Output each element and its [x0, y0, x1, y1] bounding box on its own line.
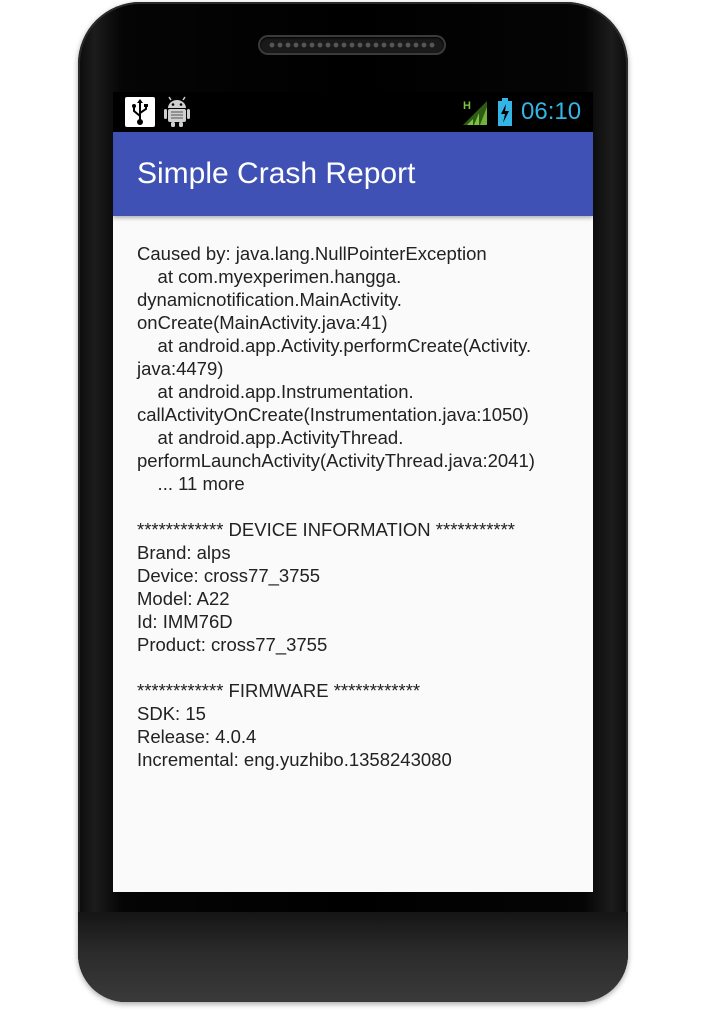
report-line: ************ DEVICE INFORMATION ********…: [137, 519, 516, 540]
report-blank-line: [137, 656, 577, 679]
report-line: SDK: 15: [137, 703, 206, 724]
report-line: Incremental: eng.yuzhibo.1358243080: [137, 749, 452, 770]
earpiece-speaker: [260, 37, 444, 53]
report-line: at android.app.Activity.performCreate(Ac…: [137, 335, 532, 356]
report-line: Device: cross77_3755: [137, 565, 321, 586]
speaker-grille: [268, 41, 436, 49]
status-bar: H 06:10: [113, 92, 593, 132]
report-line: at com.myexperimen.hangga.: [137, 266, 402, 287]
report-line: callActivityOnCreate(Instrumentation.jav…: [137, 404, 529, 425]
report-line: onCreate(MainActivity.java:41): [137, 312, 388, 333]
report-line: dynamicnotification.MainActivity.: [137, 289, 402, 310]
app-screen: Simple Crash Report Caused by: java.lang…: [113, 132, 593, 892]
report-blank-line: [137, 495, 577, 518]
report-line: Caused by: java.lang.NullPointerExceptio…: [137, 243, 487, 264]
report-line: performLaunchActivity(ActivityThread.jav…: [137, 450, 535, 471]
report-line: Product: cross77_3755: [137, 634, 328, 655]
report-line: at android.app.ActivityThread.: [137, 427, 404, 448]
report-line: ************ FIRMWARE ************: [137, 680, 421, 701]
report-line: Release: 4.0.4: [137, 726, 257, 747]
report-line: Brand: alps: [137, 542, 231, 563]
report-line: ... 11 more: [137, 473, 245, 494]
android-debug-icon: [163, 96, 191, 128]
signal-icon: H: [463, 99, 489, 125]
usb-debugging-icon: [125, 97, 155, 127]
report-line: Model: A22: [137, 588, 230, 609]
network-type-label: H: [463, 100, 471, 112]
app-bar: Simple Crash Report: [113, 132, 593, 216]
report-line: java:4479): [137, 358, 224, 379]
report-line: Id: IMM76D: [137, 611, 233, 632]
phone-chin: [78, 912, 628, 1002]
app-title: Simple Crash Report: [137, 157, 416, 190]
crash-report-text: Caused by: java.lang.NullPointerExceptio…: [137, 242, 577, 771]
status-clock: 06:10: [521, 98, 582, 125]
report-line: at android.app.Instrumentation.: [137, 381, 414, 402]
battery-charging-icon: [497, 98, 513, 126]
